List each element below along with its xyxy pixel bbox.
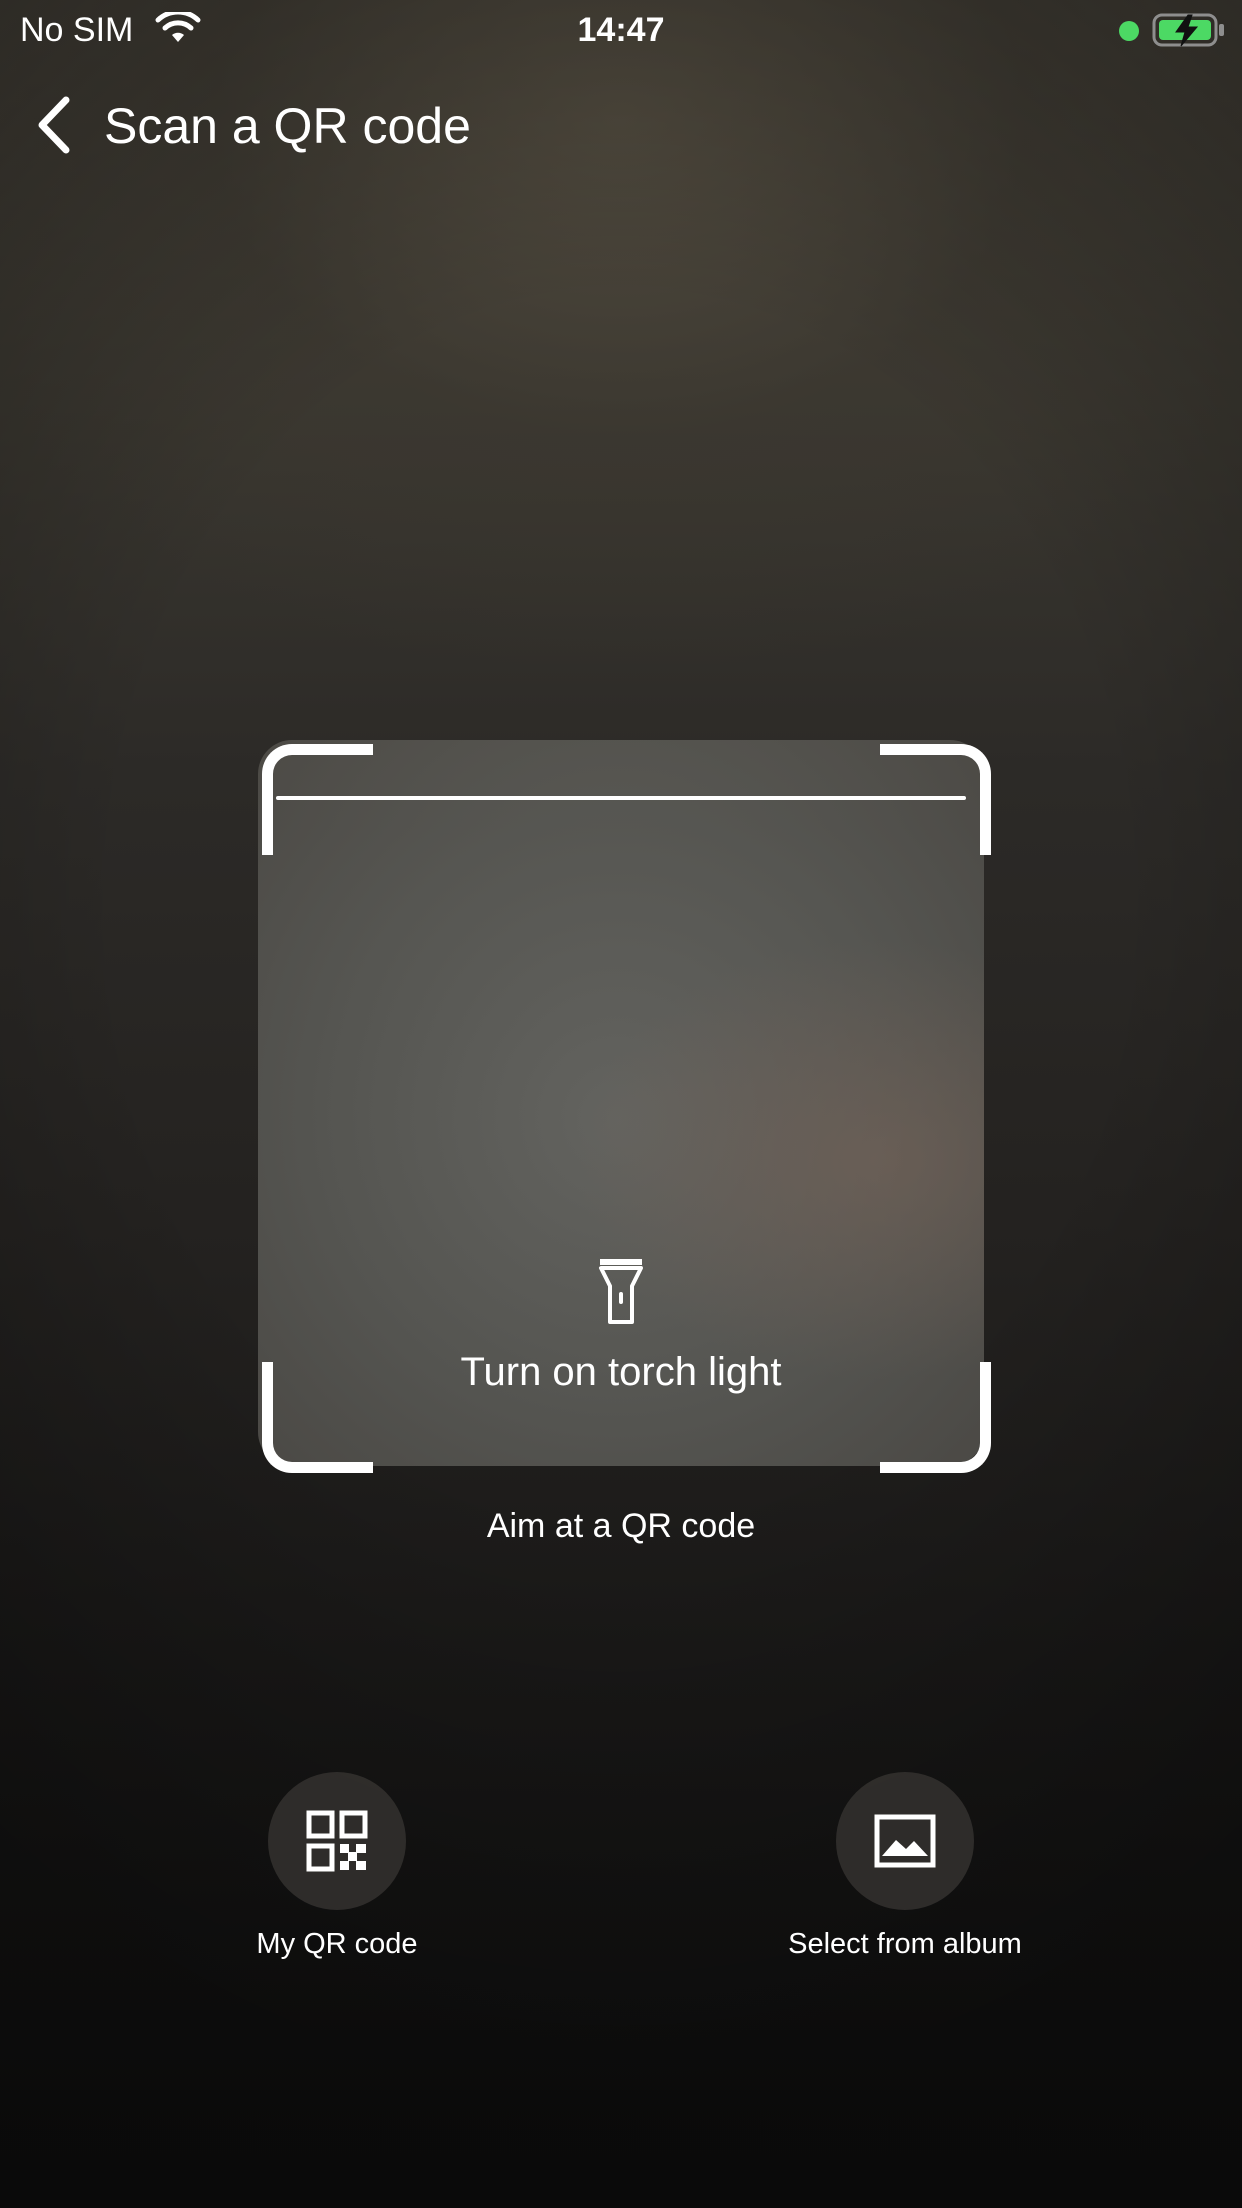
- qr-code-icon: [306, 1810, 368, 1872]
- select-from-album-button[interactable]: Select from album: [735, 1772, 1075, 1972]
- my-qr-code-icon-circle: [268, 1772, 406, 1910]
- scan-line: [276, 796, 966, 800]
- scan-frame-corner-bottom-right: [880, 1362, 991, 1473]
- scan-hint: Aim at a QR code: [486, 1507, 756, 1545]
- select-from-album-icon-circle: [836, 1772, 974, 1910]
- torch-button[interactable]: Turn on torch light: [400, 1250, 842, 1400]
- back-button[interactable]: [30, 92, 86, 158]
- status-bar: No SIM 14:47: [0, 0, 1242, 60]
- clock: 14:47: [577, 11, 665, 49]
- select-from-album-label: Select from album: [788, 1928, 1022, 1960]
- image-icon: [874, 1814, 936, 1868]
- scan-frame-corner-top-right: [880, 744, 991, 855]
- camera-in-use-indicator: [1119, 21, 1139, 41]
- my-qr-code-label: My QR code: [256, 1928, 418, 1960]
- scan-frame-corner-top-left: [262, 744, 373, 855]
- navigation-bar: Scan a QR code: [0, 80, 1242, 170]
- chevron-left-icon: [38, 96, 70, 154]
- battery-charging-icon: [1152, 13, 1224, 47]
- my-qr-code-button[interactable]: My QR code: [167, 1772, 507, 1972]
- scan-frame-corner-bottom-left: [262, 1362, 373, 1473]
- flashlight-icon: [599, 1259, 643, 1324]
- page-title: Scan a QR code: [104, 98, 471, 154]
- torch-label: Turn on torch light: [460, 1350, 782, 1394]
